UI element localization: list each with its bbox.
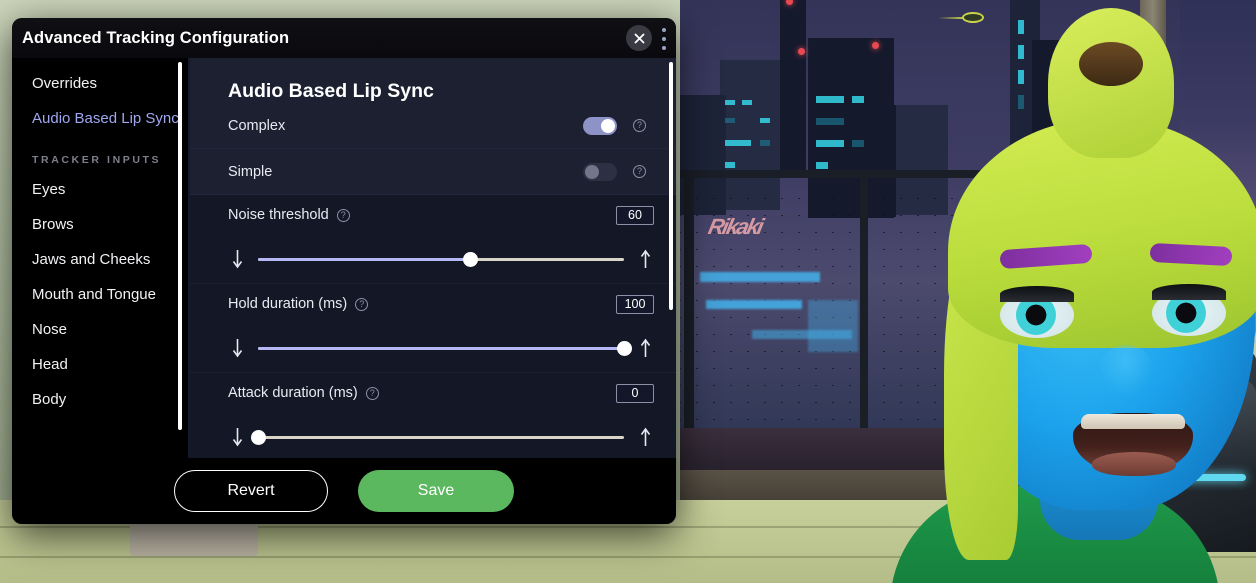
attack-duration-value[interactable]: 0 — [616, 383, 654, 403]
noise-threshold-slider[interactable] — [258, 251, 624, 267]
dialog-footer: Revert Save — [12, 458, 676, 524]
sidebar: Overrides Audio Based Lip Sync TRACKER I… — [12, 58, 188, 458]
save-button[interactable]: Save — [358, 470, 514, 512]
setting-hold-duration: Hold duration (ms) ? 100 — [190, 284, 676, 372]
arrow-up-icon[interactable] — [636, 426, 654, 448]
graffiti: Rikaki — [706, 214, 765, 239]
help-icon[interactable]: ? — [355, 297, 369, 311]
arrow-up-icon[interactable] — [636, 337, 654, 359]
sidebar-item-nose[interactable]: Nose — [12, 312, 188, 347]
complex-toggle[interactable] — [583, 116, 617, 135]
sidebar-item-jaws-and-cheeks[interactable]: Jaws and Cheeks — [12, 242, 188, 277]
sidebar-item-mouth-and-tongue[interactable]: Mouth and Tongue — [12, 277, 188, 312]
hold-duration-slider[interactable] — [258, 340, 632, 356]
dialog-body: Overrides Audio Based Lip Sync TRACKER I… — [12, 58, 676, 458]
help-icon[interactable]: ? — [336, 208, 350, 222]
help-icon[interactable]: ? — [633, 165, 646, 178]
dialog-titlebar: Advanced Tracking Configuration — [12, 18, 676, 58]
attack-duration-slider[interactable] — [250, 429, 624, 445]
dialog-title: Advanced Tracking Configuration — [22, 28, 290, 47]
attack-duration-label: Attack duration (ms) — [228, 385, 358, 401]
simple-toggle[interactable] — [583, 162, 617, 181]
setting-noise-threshold: Noise threshold ? 60 — [190, 195, 676, 283]
sidebar-item-brows[interactable]: Brows — [12, 207, 188, 242]
sidebar-item-head[interactable]: Head — [12, 347, 188, 382]
settings-panel: Audio Based Lip Sync Complex ? Simple ? … — [190, 58, 676, 458]
sidebar-item-body[interactable]: Body — [12, 382, 188, 417]
help-icon[interactable]: ? — [633, 119, 646, 132]
arrow-down-icon[interactable] — [228, 337, 246, 359]
hold-duration-label: Hold duration (ms) — [228, 296, 348, 312]
drone — [938, 12, 984, 23]
arrow-down-icon[interactable] — [228, 426, 246, 448]
simple-label: Simple — [228, 163, 273, 180]
panel-title: Audio Based Lip Sync — [228, 80, 434, 102]
hold-duration-value[interactable]: 100 — [616, 294, 654, 314]
noise-threshold-value[interactable]: 60 — [616, 205, 654, 225]
advanced-tracking-configuration-dialog: Advanced Tracking Configuration Override… — [12, 18, 676, 524]
sidebar-scrollbar[interactable] — [178, 62, 182, 430]
sidebar-item-audio-based-lip-sync[interactable]: Audio Based Lip Sync — [12, 101, 188, 136]
revert-button[interactable]: Revert — [174, 470, 328, 512]
close-icon[interactable] — [626, 25, 652, 51]
sidebar-item-overrides[interactable]: Overrides — [12, 66, 188, 101]
noise-threshold-label: Noise threshold — [228, 207, 329, 223]
arrow-up-icon[interactable] — [636, 248, 654, 270]
app-window: Rikaki Advanced Tracking Configuration O… — [0, 0, 1256, 583]
setting-row-complex: Complex ? — [190, 103, 676, 149]
panel-scrollbar[interactable] — [669, 62, 673, 310]
setting-attack-duration: Attack duration (ms) ? 0 — [190, 373, 676, 458]
setting-row-simple: Simple ? — [190, 149, 676, 195]
arrow-down-icon[interactable] — [228, 248, 246, 270]
complex-label: Complex — [228, 117, 286, 134]
help-icon[interactable]: ? — [365, 386, 379, 400]
sidebar-section-tracker-inputs: TRACKER INPUTS — [32, 154, 162, 166]
kebab-menu-icon[interactable] — [658, 28, 670, 50]
sidebar-item-eyes[interactable]: Eyes — [12, 172, 188, 207]
